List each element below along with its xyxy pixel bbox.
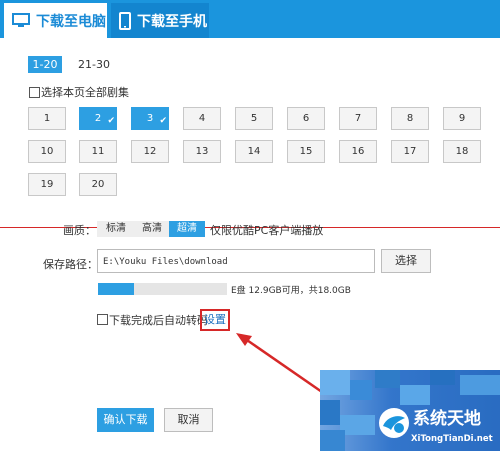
watermark-url: XiTongTianDi.net [411,434,493,444]
watermark-logo: 系统天地 XiTongTianDi.net [375,402,500,451]
cancel-button[interactable]: 取消 [164,408,213,432]
confirm-download-button[interactable]: 确认下载 [97,408,154,432]
globe-logo-icon [379,408,409,438]
watermark-title: 系统天地 [413,409,481,429]
